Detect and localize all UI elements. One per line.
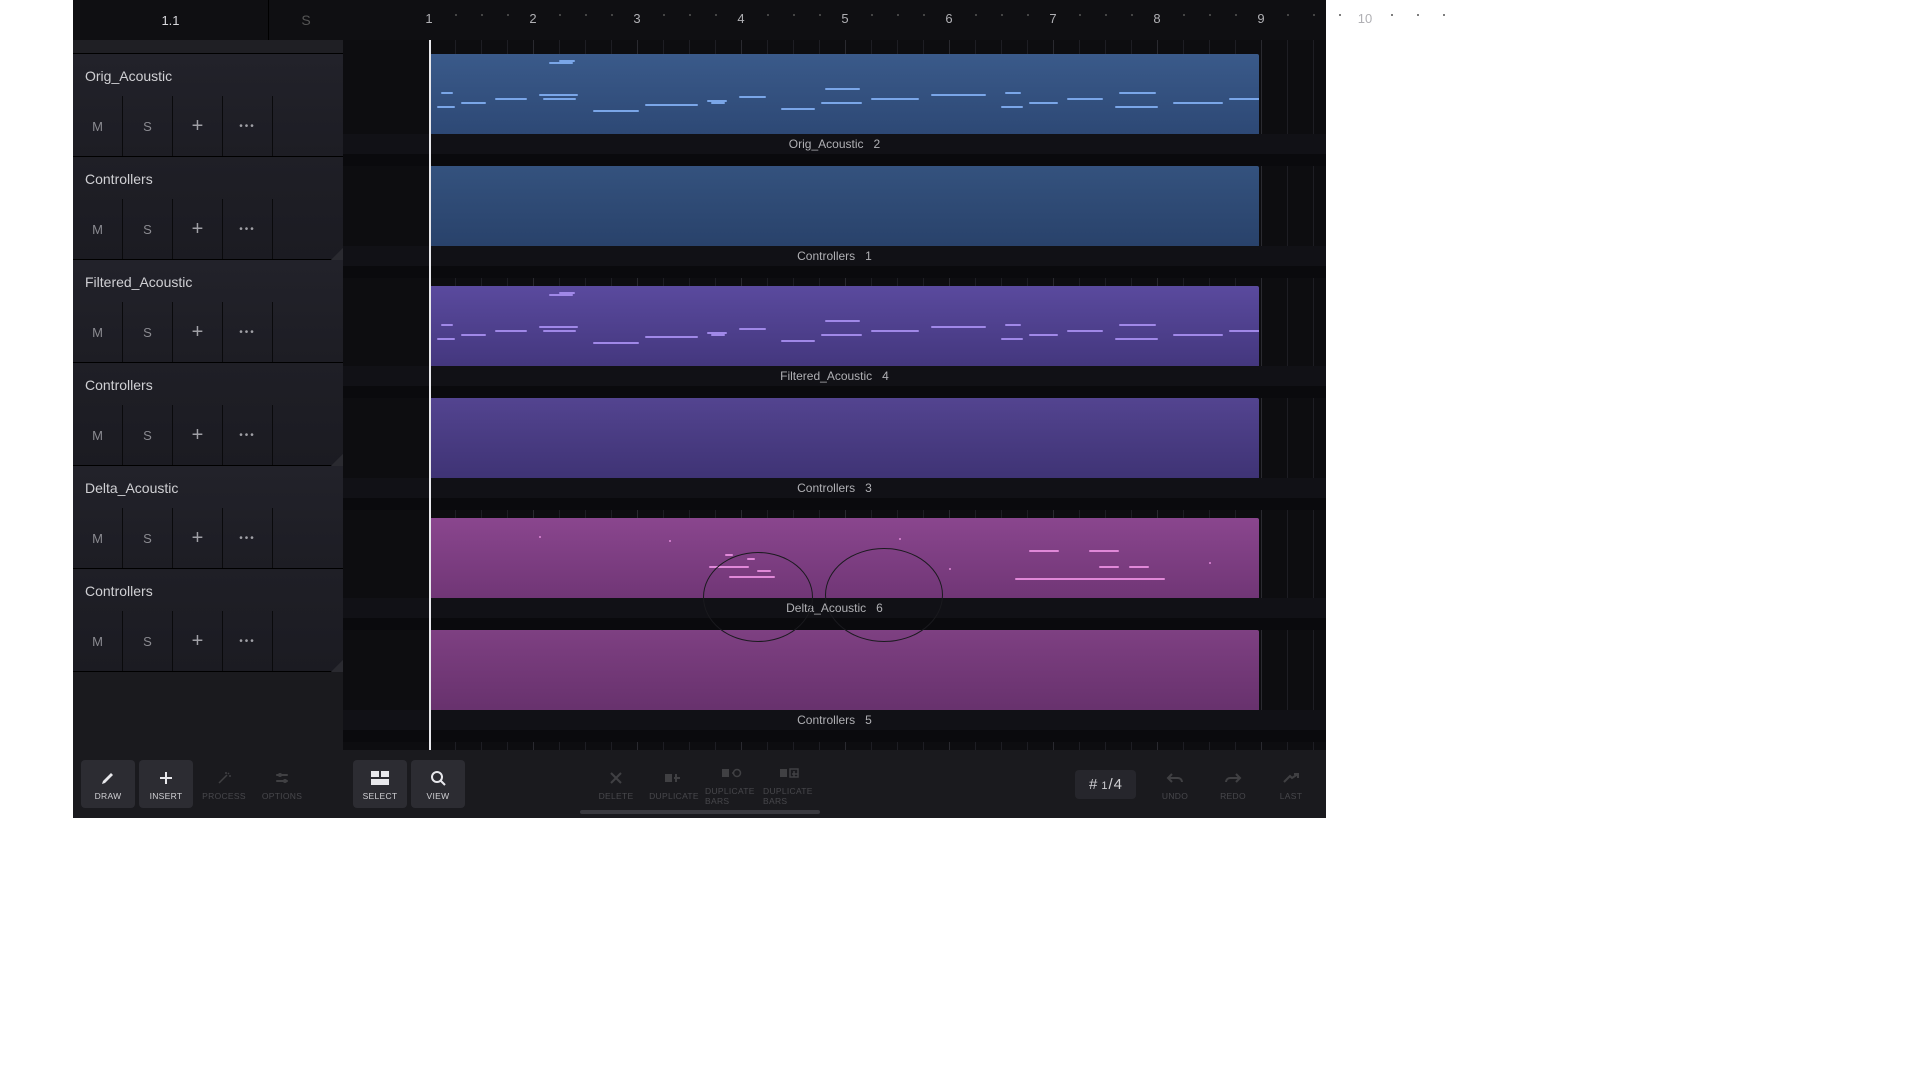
controllers-label: Controllers [73,363,343,405]
mute-button[interactable]: M [73,199,123,259]
clip-label-row: Controllers1 [343,246,1326,266]
mute-button[interactable]: M [73,302,123,362]
more-button[interactable] [223,611,273,671]
more-button[interactable] [223,405,273,465]
horizontal-scrollbar[interactable] [580,810,820,814]
last-button: LAST [1264,760,1318,808]
add-button[interactable]: + [173,199,223,259]
track-name: Delta_Acoustic [73,466,343,508]
duplicate-bars-a-button: DUPLICATE BARS [705,760,759,808]
delete-button: DELETE [589,760,643,808]
solo-button[interactable]: S [123,302,173,362]
add-button[interactable]: + [173,611,223,671]
solo-button[interactable]: S [123,199,173,259]
daw-window: 1.1 S 12345678910 Orig_Acoustic M S + [73,0,1326,818]
close-icon [606,768,626,788]
grid-hash-icon: # [1089,776,1097,793]
controllers-header[interactable]: Controllers M S + [73,569,343,672]
add-button[interactable]: + [173,508,223,568]
redo-icon [1223,768,1243,788]
sliders-icon [272,768,292,788]
duplicate-bars-b-button: DUPLICATE BARS [763,760,817,808]
controllers-label: Controllers [73,569,343,611]
duplicate-icon [664,768,684,788]
pencil-icon [98,768,118,788]
track-header[interactable]: Filtered_Acoustic M S + [73,260,343,363]
timeline-ruler[interactable]: 12345678910 [343,0,1326,40]
snap-value[interactable]: # 1/4 [1075,770,1136,799]
plus-icon [156,768,176,788]
view-button[interactable]: VIEW [411,760,465,808]
clip-label-row: Controllers3 [343,478,1326,498]
mute-button[interactable]: M [73,405,123,465]
mute-button[interactable]: M [73,508,123,568]
options-button: OPTIONS [255,760,309,808]
search-icon [428,768,448,788]
redo-button: REDO [1206,760,1260,808]
add-button[interactable]: + [173,405,223,465]
clip-label-row: Controllers5 [343,710,1326,730]
playhead[interactable] [429,40,431,750]
insert-button[interactable]: INSERT [139,760,193,808]
clip-label-row: Delta_Acoustic6 [343,598,1326,618]
arrangement-view[interactable]: Orig_Acoustic2 Controllers1 Filtered_Aco… [343,40,1326,750]
position-mode[interactable]: S [269,0,343,40]
clip-label-row: Orig_Acoustic2 [343,134,1326,154]
controllers-label: Controllers [73,157,343,199]
controllers-header[interactable]: Controllers M S + [73,157,343,260]
track-sidebar: Orig_Acoustic M S + Controllers M S + [73,40,343,750]
mute-button[interactable]: M [73,96,123,156]
draw-button[interactable]: DRAW [81,760,135,808]
mute-button[interactable]: M [73,611,123,671]
position-display[interactable]: 1.1 [73,0,269,40]
solo-button[interactable]: S [123,96,173,156]
more-button[interactable] [223,96,273,156]
select-button[interactable]: SELECT [353,760,407,808]
last-icon [1281,768,1301,788]
track-name: Orig_Acoustic [73,54,343,96]
undo-button: UNDO [1148,760,1202,808]
track-name: Filtered_Acoustic [73,260,343,302]
more-button[interactable] [223,302,273,362]
solo-button[interactable]: S [123,405,173,465]
process-button: PROCESS [197,760,251,808]
undo-icon [1165,768,1185,788]
transport-header: 1.1 S 12345678910 [73,0,1326,40]
grid-icon [370,768,390,788]
wand-icon [214,768,234,788]
track-header[interactable]: Orig_Acoustic M S + [73,54,343,157]
clip-label-row: Filtered_Acoustic4 [343,366,1326,386]
duplicate-bars-icon [722,763,742,783]
bottom-toolbar: DRAW INSERT PROCESS OPTIONS SELECT VIEW … [73,750,1326,818]
add-button[interactable]: + [173,96,223,156]
solo-button[interactable]: S [123,508,173,568]
duplicate-button: DUPLICATE [647,760,701,808]
add-button[interactable]: + [173,302,223,362]
duplicate-bars-alt-icon [780,763,800,783]
controllers-header[interactable]: Controllers M S + [73,363,343,466]
more-button[interactable] [223,199,273,259]
solo-button[interactable]: S [123,611,173,671]
track-header[interactable]: Delta_Acoustic M S + [73,466,343,569]
more-button[interactable] [223,508,273,568]
